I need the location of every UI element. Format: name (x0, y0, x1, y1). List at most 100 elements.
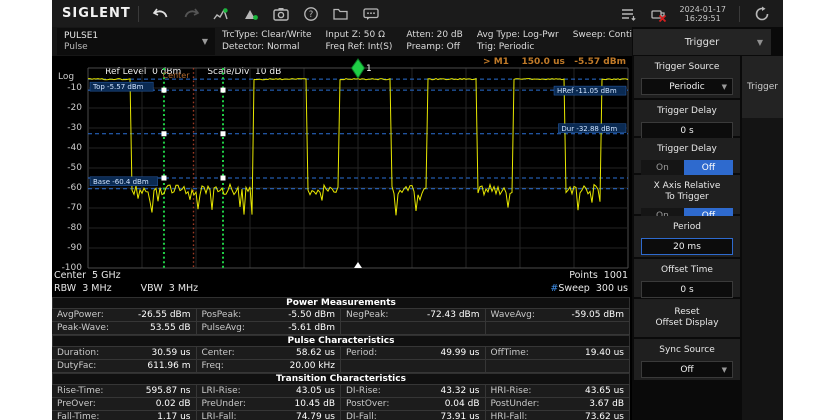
item-label: Trigger Delay (634, 138, 740, 155)
table-cell: DI-Rise:43.32 us (340, 384, 486, 398)
table-cell-label: PostOver: (346, 399, 389, 409)
rbw-label[interactable]: RBW 3 MHz (54, 283, 112, 294)
table-cell-label: Freq: (202, 361, 224, 371)
file-icon[interactable] (329, 4, 353, 24)
table-cell-label: PostUnder: (491, 399, 540, 409)
table-cell: Center:58.62 us (196, 346, 342, 360)
table-cell-label: LRI-Rise: (202, 386, 241, 396)
screenshot-icon[interactable] (269, 4, 293, 24)
marker-peak-icon[interactable] (239, 4, 263, 24)
table-cell: WaveAvg:-59.05 dBm (485, 308, 631, 322)
preset-icon[interactable] (750, 4, 774, 24)
item-label: X Axis RelativeTo Trigger (634, 175, 740, 203)
toolbar-divider (739, 6, 740, 22)
usb-error-icon[interactable] (647, 4, 671, 24)
table-cell-value: 53.55 dB (150, 323, 191, 333)
table-cell-label: AvgPower: (57, 310, 104, 320)
tab-trigger[interactable]: Trigger (742, 56, 783, 118)
panel-header[interactable]: Trigger ▼ (633, 29, 771, 55)
toolbar-right: 2024-01-17 16:29:51 (614, 4, 778, 24)
plot-footer-2: RBW 3 MHz VBW 3 MHz #Sweep 300 us (54, 283, 628, 294)
table-cell-value: 30.59 us (151, 348, 190, 358)
table-cell-label: PosPeak: (202, 310, 242, 320)
trigger-delay-value-field[interactable]: 0 s (641, 122, 733, 139)
menu-item-trigger-source: Trigger SourcePeriodic▼ (634, 56, 740, 98)
table-row: Peak-Wave: 53.55 dB PulseAvg:-5.61 dBm (52, 322, 630, 335)
menu-item-period: Period 20 ms (634, 216, 740, 257)
siglent-logo: SIGLENT (62, 6, 131, 21)
menu-list-icon[interactable] (617, 4, 641, 24)
trace-selector[interactable]: PULSE1 Pulse ▼ (57, 28, 215, 55)
table-row: Fall-Time:1.17 usLRI-Fall:74.79 usDI-Fal… (52, 411, 630, 420)
settings-column-2: Atten: 20 dBPreamp: Off (406, 29, 462, 53)
table-cell: Duration: 30.59 us (52, 346, 197, 360)
trace-title: PULSE1 (64, 31, 215, 41)
message-icon[interactable] (359, 4, 383, 24)
table-cell-value: 1.17 us (157, 412, 190, 420)
table-cell-value: -5.50 dBm (288, 310, 335, 320)
settings-columns: TrcType: Clear/WriteDetector: Normal Inpu… (222, 29, 673, 53)
trigger-delay-toggle-switch[interactable]: OnOff (641, 160, 733, 175)
table-cell: Freq: 20.00 kHz (196, 359, 342, 373)
table-cell-label: Fall-Time: (57, 412, 99, 420)
table-cell: HRI-Rise:43.65 us (485, 384, 631, 398)
redo-icon[interactable] (179, 4, 203, 24)
chevron-down-icon: ▼ (722, 83, 727, 91)
table-cell (340, 321, 486, 335)
table-cell-label: NegPeak: (346, 310, 388, 320)
table-cell-value: 0.04 dB (445, 399, 480, 409)
table-cell-value: 20.00 kHz (290, 361, 335, 371)
trigger-source-dropdown[interactable]: Periodic▼ (641, 78, 733, 95)
date-text: 2024-01-17 (680, 5, 727, 14)
marker-readout: > M1 150.0 us -5.57 dBm (483, 57, 626, 67)
preset-icon-slot (747, 4, 777, 24)
settings-top: TrcType: Clear/Write (222, 29, 312, 41)
table-cell: Rise-Time:595.87 ns (52, 384, 197, 398)
table-cell (340, 359, 486, 373)
table-cell-label: Duration: (57, 348, 99, 358)
svg-text:HRef -11.05 dBm: HRef -11.05 dBm (557, 87, 617, 95)
item-label: Period (634, 216, 740, 233)
toggle-on[interactable]: On (641, 160, 684, 175)
panel-tab-column: Trigger (742, 56, 783, 420)
table-cell-value: 0.02 dB (156, 399, 191, 409)
table-cell: PulseAvg:-5.61 dBm (196, 321, 342, 335)
center-freq-label[interactable]: Center 5 GHz (54, 270, 121, 281)
table-cell-value: 73.62 us (585, 412, 624, 420)
plot-footer-1: Center 5 GHz Points 1001 (54, 270, 628, 281)
help-icon[interactable]: ? (299, 4, 323, 24)
table-cell-value: 3.67 dB (589, 399, 624, 409)
settings-bottom: Preamp: Off (406, 41, 462, 53)
offset-time-field[interactable]: 0 s (641, 281, 733, 298)
table-cell-label: PulseAvg: (202, 323, 245, 333)
table-cell-value: -72.43 dBm (427, 310, 480, 320)
settings-bottom: Freq Ref: Int(S) (326, 41, 393, 53)
sync-source-dropdown[interactable]: Off▼ (641, 361, 733, 378)
table-cell-label: HRI-Fall: (491, 412, 528, 420)
period-field[interactable]: 20 ms (641, 238, 733, 255)
table-cell-label: LRI-Fall: (202, 412, 237, 420)
spectrum-chart[interactable]: CenterTop -5.57 dBmHRef -11.05 dBmDur -3… (88, 68, 628, 268)
chevron-down-icon: ▼ (722, 366, 727, 374)
svg-text:Top -5.57 dBm: Top -5.57 dBm (92, 83, 144, 91)
table-cell: PostUnder: 3.67 dB (485, 397, 631, 411)
svg-text:Center: Center (163, 71, 191, 80)
table-cell: DutyFac:611.96 m (52, 359, 197, 373)
vbw-label[interactable]: VBW 3 MHz (141, 283, 199, 294)
toggle-off[interactable]: Off (684, 160, 733, 175)
toolbar-left-icons: ? (146, 4, 386, 24)
peak-search-icon[interactable] (209, 4, 233, 24)
toolbar: SIGLENT ? 2024-01-17 16:29:51 (52, 0, 783, 27)
settings-column-0: TrcType: Clear/WriteDetector: Normal (222, 29, 312, 53)
table-cell-label: Rise-Time: (57, 386, 103, 396)
settings-column-1: Input Z: 50 ΩFreq Ref: Int(S) (326, 29, 393, 53)
table-cell-label: WaveAvg: (491, 310, 535, 320)
table-cell-label: Center: (202, 348, 235, 358)
item-label: Offset Time (634, 259, 740, 276)
table-cell: DI-Fall:73.91 us (340, 410, 486, 420)
menu-item-reset-offset-display[interactable]: ResetOffset Display (634, 299, 740, 337)
table-cell-label: Peak-Wave: (57, 323, 109, 333)
undo-icon[interactable] (149, 4, 173, 24)
y-tick-label: -50 (54, 163, 82, 173)
table-cell-label: HRI-Rise: (491, 386, 532, 396)
